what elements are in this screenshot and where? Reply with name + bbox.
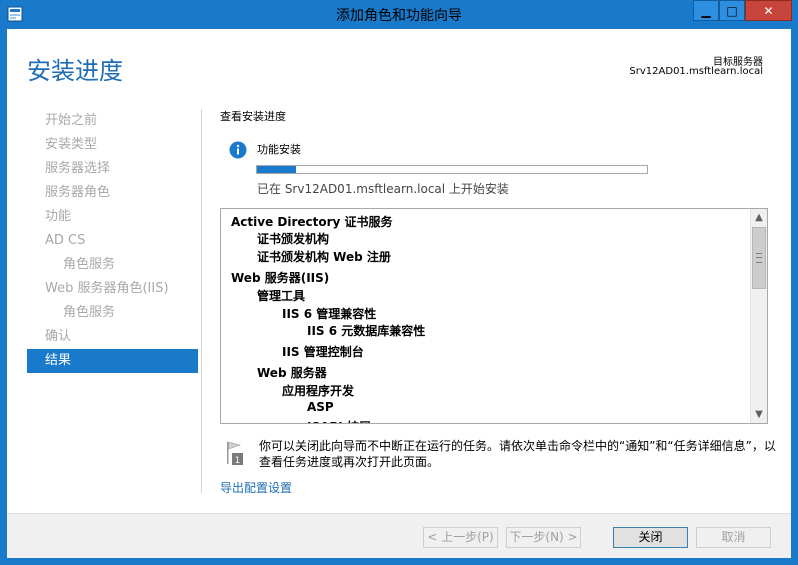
feature-list-item: Web 服务器	[257, 366, 327, 380]
progress-title: 功能安装	[257, 143, 301, 156]
nav-step-item[interactable]: 角色服务	[27, 301, 198, 325]
destination-server-value: Srv12AD01.msftlearn.local	[629, 66, 763, 77]
notification-badge: 1	[235, 456, 241, 466]
window-title: 添加角色和功能向导	[336, 8, 462, 24]
feature-list-item: ASP	[307, 400, 334, 414]
cancel-button[interactable]: 取消	[696, 527, 771, 548]
feature-list-item: 管理工具	[257, 289, 306, 303]
feature-list-item: IIS 管理控制台	[282, 345, 364, 359]
minimize-icon: ▁	[701, 3, 711, 18]
install-progress-bar	[256, 165, 648, 174]
page-title: 安装进度	[27, 57, 123, 85]
feature-list-item: 证书颁发机构	[257, 232, 330, 246]
maximize-icon: □	[726, 3, 738, 18]
scroll-up-arrow-icon[interactable]: ▲	[751, 209, 767, 226]
window-close-button[interactable]: ✕	[745, 0, 792, 21]
previous-button[interactable]: < 上一步(P)	[423, 527, 498, 548]
title-bar: 添加角色和功能向导 ▁ □ ✕	[0, 0, 798, 28]
minimize-button[interactable]: ▁	[693, 0, 719, 21]
feature-list-scrollbar[interactable]: ▲ ▼	[750, 209, 767, 423]
export-config-link[interactable]: 导出配置设置	[220, 479, 292, 496]
feature-list-item: 证书颁发机构 Web 注册	[257, 250, 391, 264]
nav-step-item[interactable]: 安装类型	[27, 133, 198, 157]
nav-step-item[interactable]: AD CS	[27, 229, 198, 253]
nav-step-item[interactable]: 确认	[27, 325, 198, 349]
wizard-steps-nav: 开始之前 安装类型 服务器选择 服务器角色 功能 AD CS 角色服务 Web 服务器角色(I…	[27, 109, 198, 373]
scroll-down-arrow-icon[interactable]: ▼	[751, 406, 767, 423]
feature-list[interactable]: Active Directory 证书服务证书颁发机构证书颁发机构 Web 注册…	[220, 208, 768, 424]
notice-text: 你可以关闭此向导而不中断正在运行的任务。请依次单击命令栏中的“通知”和“任务详细…	[259, 439, 776, 469]
nav-divider	[201, 109, 202, 493]
nav-step-item[interactable]: 角色服务	[27, 253, 198, 277]
next-button[interactable]: 下一步(N) >	[506, 527, 581, 548]
nav-step-item[interactable]: 功能	[27, 205, 198, 229]
notification-flag-icon: 1	[227, 441, 243, 466]
feature-list-item: Web 服务器(IIS)	[231, 271, 330, 285]
nav-step-item[interactable]: 结果	[27, 349, 198, 373]
maximize-button[interactable]: □	[719, 0, 745, 21]
close-icon: ✕	[763, 3, 774, 18]
feature-list-item: Active Directory 证书服务	[231, 215, 393, 229]
scroll-grip-icon	[756, 253, 762, 263]
nav-step-item[interactable]: 开始之前	[27, 109, 198, 133]
section-label: 查看安装进度	[220, 110, 286, 123]
progress-status: 已在 Srv12AD01.msftlearn.local 上开始安装	[257, 182, 509, 196]
wizard-window: 添加角色和功能向导 ▁ □ ✕ 安装进度 目标服务器 Srv12AD01.msf…	[0, 0, 798, 565]
feature-list-content: Active Directory 证书服务证书颁发机构证书颁发机构 Web 注册…	[221, 209, 750, 423]
nav-step-item[interactable]: 服务器选择	[27, 157, 198, 181]
nav-step-item[interactable]: 服务器角色	[27, 181, 198, 205]
feature-list-item: 应用程序开发	[282, 384, 355, 398]
feature-list-item: IIS 6 元数据库兼容性	[307, 324, 426, 338]
info-icon	[229, 141, 247, 159]
wizard-footer: < 上一步(P) 下一步(N) > 关闭 取消	[7, 513, 791, 558]
progress-fill	[257, 166, 296, 173]
close-button[interactable]: 关闭	[613, 527, 688, 548]
scroll-thumb[interactable]	[752, 227, 766, 289]
nav-step-item[interactable]: Web 服务器角色(IIS)	[27, 277, 198, 301]
feature-list-item: IIS 6 管理兼容性	[282, 307, 377, 321]
feature-list-item: ISAPI 扩展	[307, 418, 371, 423]
wizard-client-area: 安装进度 目标服务器 Srv12AD01.msftlearn.local 开始之…	[7, 29, 791, 558]
